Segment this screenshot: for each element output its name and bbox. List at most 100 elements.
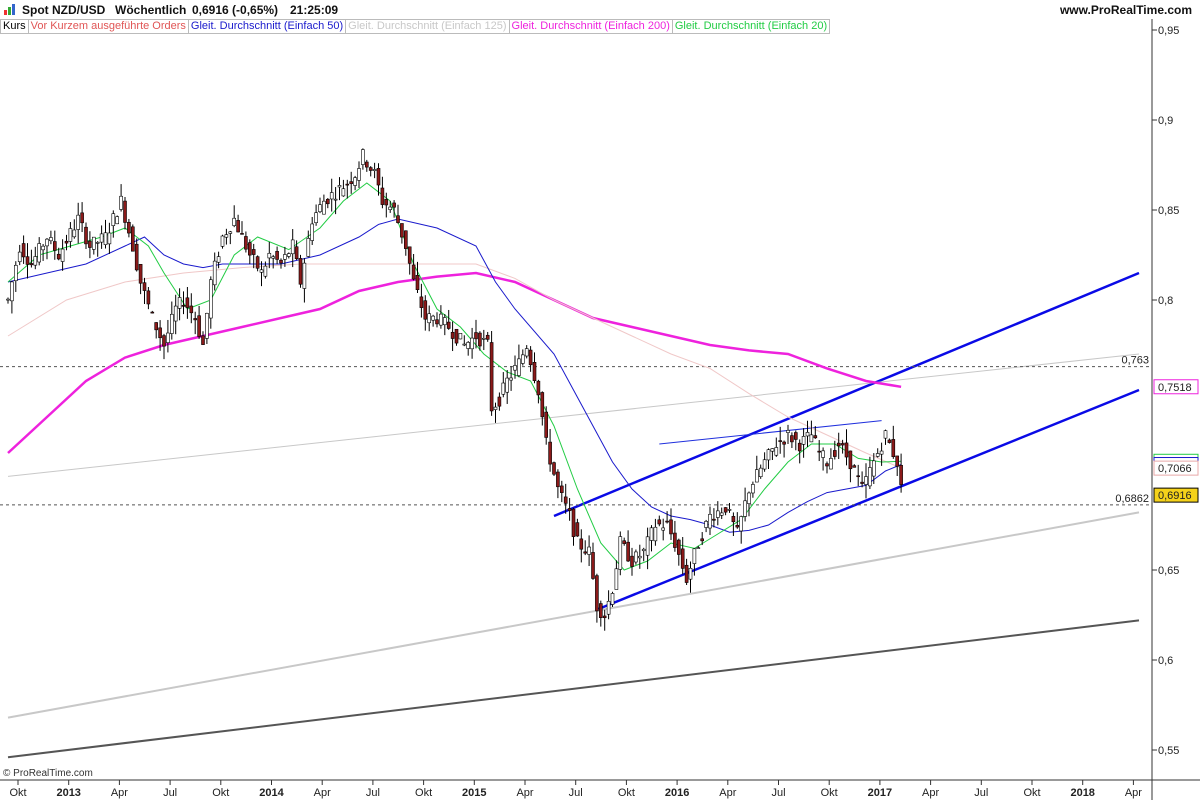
candle-body	[189, 305, 194, 314]
candle-body	[634, 551, 638, 563]
x-tick-label: Okt	[415, 787, 432, 799]
trendline-lower-channel	[596, 388, 1140, 611]
x-tick-label: 2017	[868, 787, 892, 799]
candle-body	[692, 548, 697, 564]
candle-body	[411, 264, 416, 280]
candle-body	[142, 282, 147, 291]
candle-body	[836, 442, 841, 447]
candle-body	[310, 223, 315, 241]
candle-body	[723, 507, 728, 513]
candle-body	[388, 206, 393, 210]
candle-body	[470, 337, 474, 350]
moving-average-line	[7, 271, 902, 454]
x-tick-label: Jul	[569, 787, 583, 799]
candle-body	[860, 481, 864, 484]
x-tick-label: Apr	[922, 787, 939, 799]
y-tick-label: 0,6	[1158, 655, 1173, 667]
x-tick-label: Okt	[1023, 787, 1040, 799]
candle-body	[205, 312, 209, 339]
candle-body	[766, 449, 771, 461]
candle-body	[423, 300, 428, 320]
y-tick-label: 0,55	[1158, 745, 1179, 757]
candle-body	[544, 411, 549, 438]
candle-body	[33, 256, 38, 266]
candle-body	[676, 539, 681, 555]
x-tick-label: Jul	[974, 787, 988, 799]
candle-body	[376, 168, 381, 186]
candle-body	[232, 217, 236, 226]
candle-body	[813, 435, 818, 439]
candle-body	[817, 450, 822, 453]
candle-body	[821, 450, 825, 458]
candle-body	[474, 332, 478, 340]
candle-body	[380, 187, 385, 205]
candle-body	[879, 450, 884, 455]
candle-body	[751, 484, 755, 494]
candle-body	[614, 568, 619, 590]
x-tick-label: 2015	[462, 787, 486, 799]
price-tag-label: 0,7518	[1158, 382, 1192, 394]
candle-body	[630, 555, 634, 567]
candle-body	[657, 519, 662, 525]
candle-body	[76, 214, 80, 230]
candle-body	[322, 200, 326, 215]
candle-body	[415, 274, 420, 290]
candle-body	[591, 552, 595, 579]
candle-body	[708, 513, 712, 529]
candle-body	[177, 297, 182, 309]
candle-body	[829, 458, 833, 470]
x-tick-label: 2013	[56, 787, 80, 799]
candle-body	[887, 439, 892, 443]
candle-body	[719, 512, 724, 516]
y-tick-label: 0,95	[1158, 25, 1179, 37]
trendline-bottom-darkgray	[7, 619, 1140, 759]
candle-body	[154, 322, 158, 331]
candle-body	[801, 436, 806, 445]
candle-body	[197, 315, 201, 337]
candle-body	[306, 238, 311, 257]
price-chart[interactable]: 0,95 0,9 0,85 0,8 0,65 0,6 0,55 Okt 2013 Apr Jul Ok…	[0, 0, 1200, 800]
candle-body	[251, 249, 256, 255]
candle-body	[158, 327, 162, 339]
candle-body	[263, 265, 268, 277]
candle-body	[283, 254, 287, 260]
trendline-thin-resistance	[659, 420, 882, 445]
candle-body	[103, 232, 108, 245]
candle-body	[431, 315, 435, 321]
candle-body	[341, 188, 346, 197]
candle-body	[871, 460, 876, 477]
price-tag-label: 0,6916	[1158, 490, 1192, 502]
candle-body	[758, 467, 763, 477]
candle-body	[115, 216, 119, 225]
candle-body	[56, 253, 61, 260]
candle-body	[248, 242, 252, 256]
candle-body	[364, 161, 369, 168]
x-tick-label: Jul	[163, 787, 177, 799]
candle-body	[49, 237, 53, 242]
candle-body	[88, 240, 92, 248]
candle-body	[517, 358, 521, 376]
candle-body	[618, 536, 623, 570]
candle-body	[228, 231, 233, 234]
candle-body	[598, 603, 603, 618]
candle-body	[201, 335, 205, 345]
candle-body	[540, 392, 545, 418]
candle-body	[166, 332, 170, 343]
candle-body	[832, 450, 837, 457]
candle-body	[60, 248, 65, 262]
candle-body	[131, 226, 135, 252]
x-tick-label: Apr	[1125, 787, 1142, 799]
candle-body	[626, 541, 630, 562]
x-tick-label: 2018	[1070, 787, 1094, 799]
candle-body	[220, 235, 225, 247]
candle-body	[770, 448, 775, 452]
candle-body	[64, 240, 69, 244]
candle-body	[446, 321, 451, 329]
candle-body	[653, 526, 658, 542]
candle-body	[622, 540, 627, 544]
candle-body	[392, 202, 396, 208]
candle-body	[528, 349, 533, 366]
candle-body	[556, 471, 560, 488]
candle-body	[602, 615, 607, 619]
x-tick-label: Okt	[821, 787, 838, 799]
